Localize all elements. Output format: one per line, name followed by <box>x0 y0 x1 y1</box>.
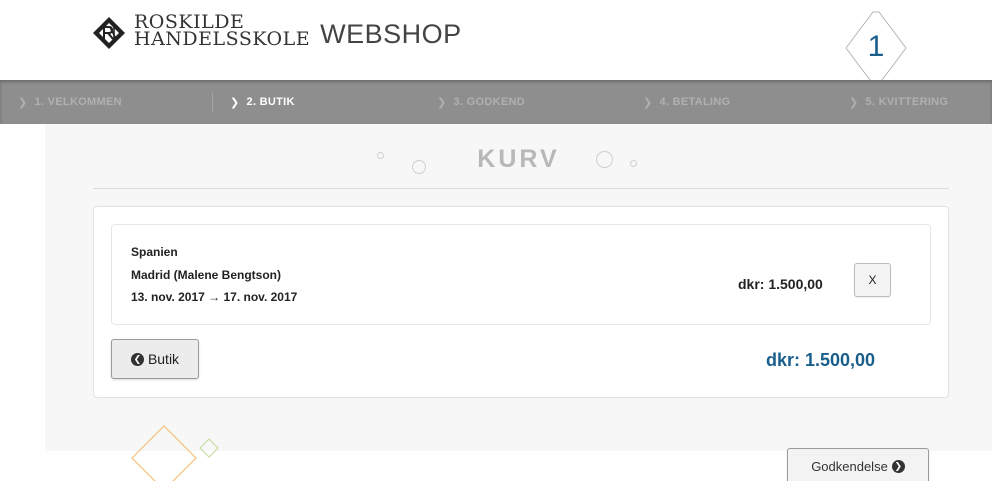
roskilde-logo-icon <box>93 17 125 49</box>
step-butik[interactable]: ❯ 2. BUTIK <box>230 80 295 124</box>
diamond-decoration-icon <box>131 425 219 481</box>
chevron-right-icon: ❯ <box>230 96 240 109</box>
chevron-right-icon: ❯ <box>18 96 28 109</box>
step-kvittering[interactable]: ❯ 5. KVITTERING <box>849 80 948 124</box>
step-label: 1. VELKOMMEN <box>34 96 122 108</box>
cart-title: KURV <box>477 145 560 173</box>
step-label: 2. BUTIK <box>246 96 295 108</box>
checkout-steps: ❯ 1. VELKOMMEN ❯ 2. BUTIK ❯ 3. GODKEND ❯… <box>0 80 992 124</box>
title-decoration-circle <box>630 160 637 167</box>
cart-total: dkr: 1.500,00 <box>766 350 876 370</box>
item-city-person: Madrid (Malene Bengtson) <box>131 268 282 282</box>
item-price: dkr: 1.500,00 <box>738 276 823 292</box>
back-to-shop-button[interactable]: ❮ Butik <box>111 339 199 379</box>
chevron-right-icon: ❯ <box>643 96 653 109</box>
godkendelse-button[interactable]: Godkendelse ❯ <box>787 448 929 481</box>
remove-item-button[interactable]: X <box>854 263 891 297</box>
site-header: ROSKILDE HANDELSSKOLE WEBSHOP 1 <box>0 0 992 85</box>
cart-count: 1 <box>867 30 885 63</box>
next-button-label: Godkendelse <box>811 458 888 474</box>
circle-chevron-right-icon: ❯ <box>891 459 905 473</box>
cart-counter[interactable]: 1 <box>826 10 926 86</box>
item-dates: 13. nov. 2017 → 17. nov. 2017 <box>131 290 298 304</box>
title-divider <box>93 188 949 189</box>
chevron-right-icon: ❯ <box>849 96 859 109</box>
circle-chevron-left-icon: ❮ <box>130 352 144 366</box>
school-name-line2: HANDELSSKOLE <box>134 28 311 50</box>
chevron-right-icon: ❯ <box>437 96 447 109</box>
step-velkommen[interactable]: ❯ 1. VELKOMMEN <box>18 80 122 124</box>
step-label: 4. BETALING <box>659 96 731 108</box>
webshop-title: WEBSHOP <box>320 19 462 49</box>
item-country: Spanien <box>131 245 178 259</box>
step-betaling[interactable]: ❯ 4. BETALING <box>643 80 730 124</box>
site-logo[interactable]: ROSKILDE HANDELSSKOLE WEBSHOP <box>92 13 462 50</box>
back-button-label: Butik <box>147 351 180 367</box>
step-label: 5. KVITTERING <box>865 96 949 108</box>
step-divider <box>212 92 213 112</box>
step-godkend[interactable]: ❯ 3. GODKEND <box>437 80 525 124</box>
step-label: 3. GODKEND <box>453 96 525 108</box>
title-decoration-circle <box>596 151 613 168</box>
